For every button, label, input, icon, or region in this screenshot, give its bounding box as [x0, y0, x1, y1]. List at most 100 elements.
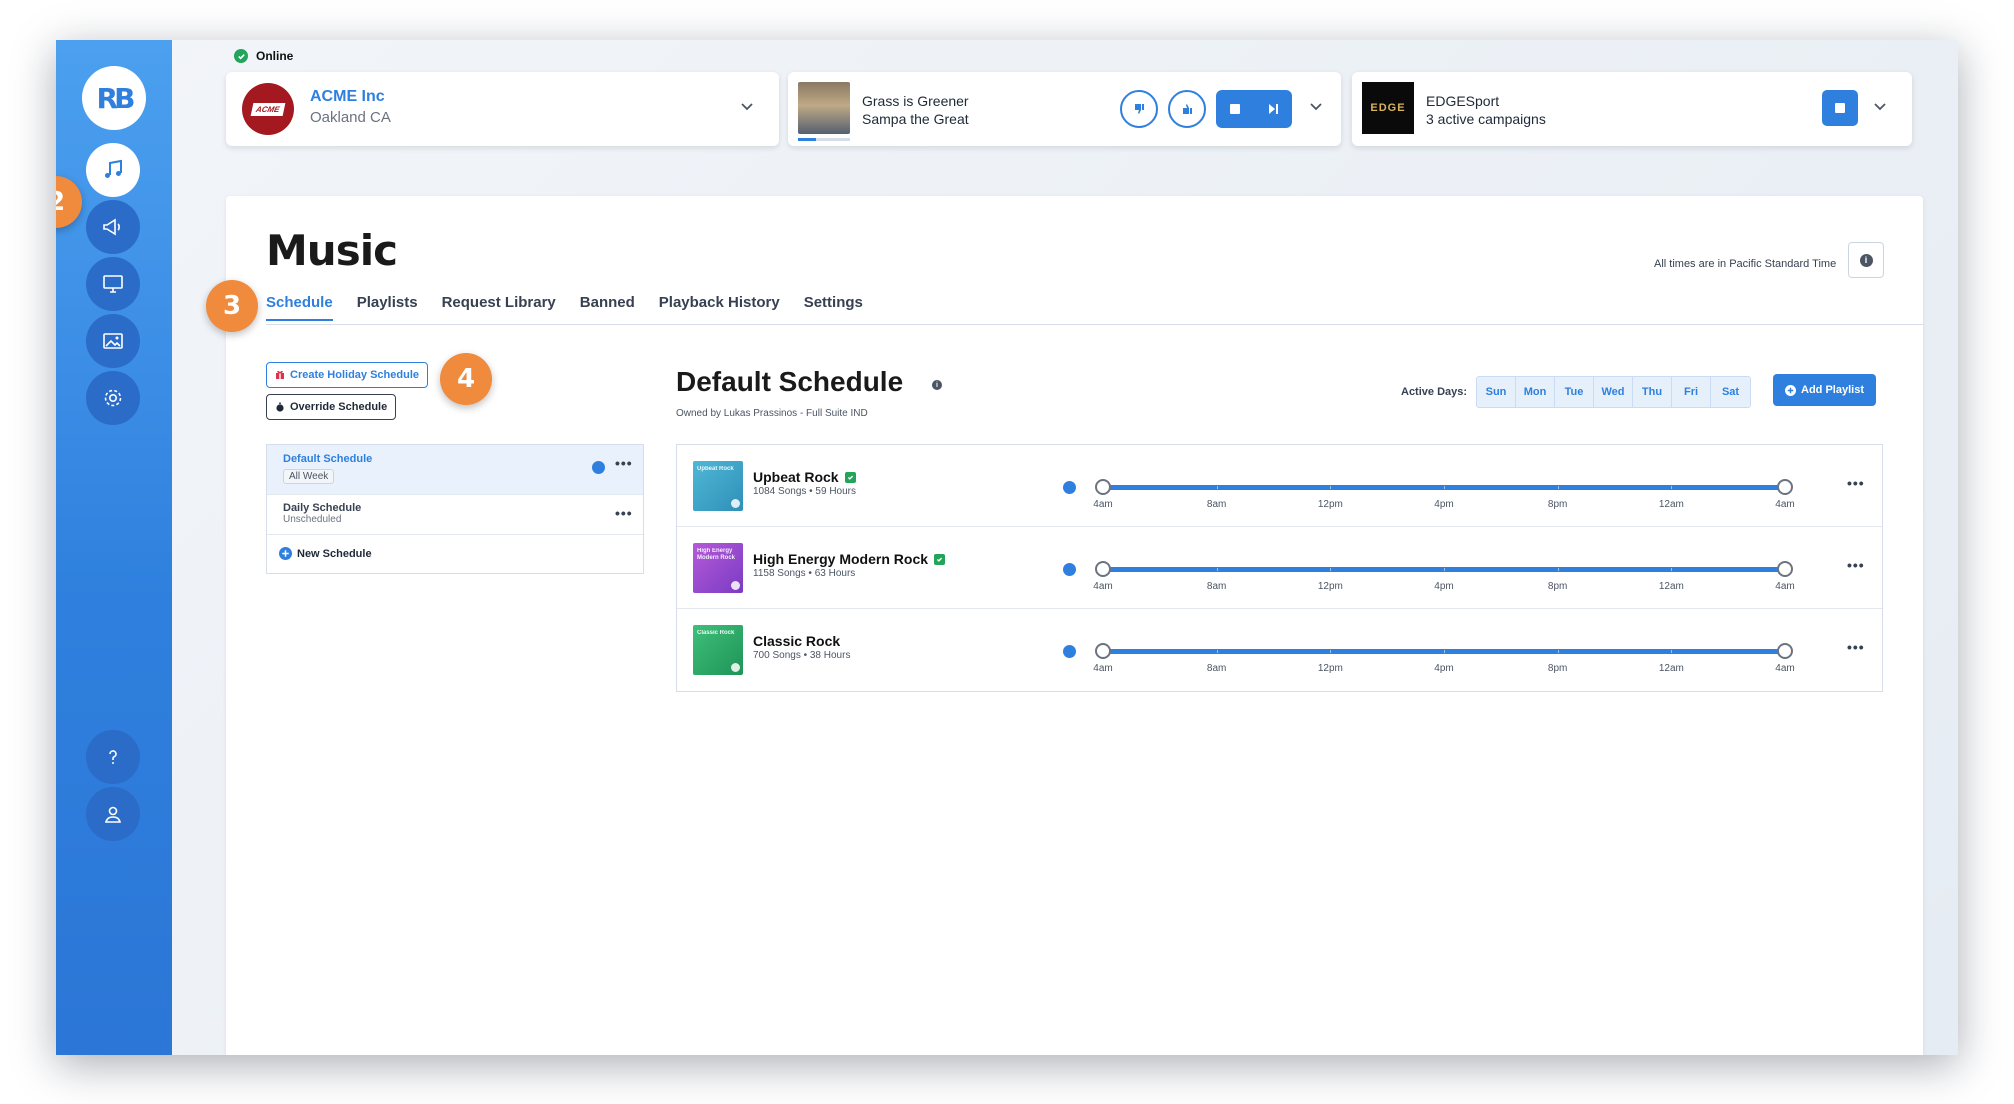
more-icon[interactable]: ••• — [615, 455, 633, 471]
timeline-label: 8pm — [1547, 581, 1568, 592]
more-icon[interactable]: ••• — [1847, 557, 1865, 573]
timeline-label: 8pm — [1547, 663, 1568, 674]
active-days: Sun Mon Tue Wed Thu Fri Sat — [1476, 376, 1751, 408]
tab-banned[interactable]: Banned — [580, 294, 635, 321]
now-playing-card: Grass is Greener Sampa the Great — [788, 72, 1341, 146]
tab-settings[interactable]: Settings — [804, 294, 863, 321]
timeline-handle[interactable] — [1777, 561, 1793, 577]
playlist-timeline[interactable]: 4am 8am 12pm 4pm 8pm 12am 4am — [1093, 479, 1795, 519]
app-window: RB Online ACME ACME Inc Oakland CA Grass… — [56, 40, 1958, 1055]
nav-account[interactable] — [86, 787, 140, 841]
active-days-label: Active Days: — [1401, 386, 1468, 398]
playlist-meta: 1158 Songs • 63 Hours — [753, 568, 856, 579]
location-name: ACME Inc — [310, 88, 385, 105]
verified-icon — [934, 553, 946, 565]
stop-icon[interactable] — [1229, 104, 1240, 114]
playlist-name: Upbeat Rock — [753, 469, 856, 485]
tab-schedule[interactable]: Schedule — [266, 294, 333, 321]
playlist-status-dot — [1063, 563, 1076, 576]
playlist-title: Upbeat Rock — [753, 469, 839, 485]
timeline-tick — [1557, 486, 1559, 489]
add-playlist-button[interactable]: Add Playlist — [1773, 374, 1876, 406]
cover-logo-icon — [731, 499, 740, 508]
override-schedule-button[interactable]: Override Schedule — [266, 394, 397, 420]
day-mon[interactable]: Mon — [1516, 377, 1555, 407]
nav-displays[interactable] — [86, 257, 140, 311]
timeline-handle[interactable] — [1095, 479, 1111, 495]
status-label: Online — [256, 49, 294, 63]
timeline-label: 4pm — [1434, 663, 1454, 674]
timeline-handle[interactable] — [1777, 643, 1793, 659]
day-tue[interactable]: Tue — [1555, 377, 1594, 407]
timeline-handle[interactable] — [1095, 643, 1111, 659]
nav-settings[interactable] — [86, 371, 140, 425]
online-check-icon — [234, 49, 248, 63]
playlist-row[interactable]: Classic Rock Classic Rock 700 Songs • 38… — [677, 609, 1882, 691]
tab-playlists[interactable]: Playlists — [357, 294, 418, 321]
page-title: Music — [266, 226, 398, 275]
timeline-label: 12pm — [1317, 581, 1343, 592]
info-icon: i — [1859, 253, 1873, 267]
album-art — [798, 82, 850, 134]
timeline-label: 4pm — [1434, 581, 1454, 592]
more-icon[interactable]: ••• — [1847, 475, 1865, 491]
skip-icon[interactable] — [1267, 103, 1279, 115]
playlist-timeline[interactable]: 4am 8am 12pm 4pm 8pm 12am 4am — [1093, 561, 1795, 601]
tab-playback-history[interactable]: Playback History — [659, 294, 780, 321]
timeline-label: 8pm — [1547, 499, 1568, 510]
playlist-row[interactable]: High Energy Modern Rock High Energy Mode… — [677, 527, 1882, 609]
thumbs-up-icon — [1183, 104, 1192, 114]
timeline-label: 4am — [1775, 499, 1795, 510]
nav-media[interactable] — [86, 314, 140, 368]
playlist-row[interactable]: Upbeat Rock Upbeat Rock 1084 Songs • 59 … — [677, 445, 1882, 527]
gift-icon — [276, 370, 284, 379]
timeline-tick — [1444, 650, 1445, 653]
schedule-item-default[interactable]: Default Schedule All Week ••• — [267, 445, 643, 495]
info-icon[interactable]: i — [932, 380, 942, 390]
chevron-down-icon[interactable] — [741, 98, 753, 114]
playback-controls — [1216, 90, 1292, 128]
nav-help[interactable] — [86, 730, 140, 784]
day-thu[interactable]: Thu — [1633, 377, 1672, 407]
tab-request-library[interactable]: Request Library — [442, 294, 556, 321]
timeline-tick — [1330, 650, 1332, 653]
thumbs-up-button[interactable] — [1168, 90, 1206, 128]
new-schedule-button[interactable]: New Schedule — [279, 547, 372, 560]
playlist-status-dot — [1063, 645, 1076, 658]
chevron-down-icon[interactable] — [1310, 98, 1322, 114]
thumbs-down-button[interactable] — [1120, 90, 1158, 128]
stop-icon — [1835, 103, 1845, 113]
step-badge-3: 3 — [206, 280, 258, 332]
playlist-cover: High Energy Modern Rock — [693, 543, 743, 593]
campaign-stop-button[interactable] — [1822, 90, 1858, 126]
track-info: Grass is Greener Sampa the Great — [862, 92, 969, 128]
playlist-title: High Energy Modern Rock — [753, 551, 929, 567]
day-fri[interactable]: Fri — [1672, 377, 1711, 407]
create-holiday-schedule-button[interactable]: Create Holiday Schedule — [266, 362, 428, 388]
playback-progress[interactable] — [798, 138, 850, 141]
gear-icon — [104, 389, 122, 407]
main-panel: Music All times are in Pacific Standard … — [226, 196, 1923, 1055]
day-wed[interactable]: Wed — [1594, 377, 1633, 407]
timeline-tick — [1557, 650, 1559, 653]
plus-circle-icon — [279, 547, 292, 560]
timeline-handle[interactable] — [1095, 561, 1111, 577]
schedule-item-daily[interactable]: Daily Schedule Unscheduled ••• — [267, 495, 643, 535]
chevron-down-icon[interactable] — [1874, 98, 1886, 114]
day-sun[interactable]: Sun — [1477, 377, 1516, 407]
cover-text: Classic Rock — [697, 630, 735, 636]
more-icon[interactable]: ••• — [615, 505, 633, 521]
timeline-label: 4am — [1093, 581, 1113, 592]
campaign-logo-text: EDGE — [1370, 102, 1406, 114]
location-selector[interactable]: ACME ACME Inc Oakland CA — [226, 72, 779, 146]
timeline-handle[interactable] — [1777, 479, 1793, 495]
nav-music[interactable] — [86, 143, 140, 197]
day-sat[interactable]: Sat — [1711, 377, 1750, 407]
info-button[interactable]: i — [1848, 242, 1884, 278]
nav-campaigns[interactable] — [86, 200, 140, 254]
app-logo[interactable]: RB — [82, 66, 146, 130]
override-label: Override Schedule — [290, 401, 388, 413]
more-icon[interactable]: ••• — [1847, 639, 1865, 655]
playlist-timeline[interactable]: 4am 8am 12pm 4pm 8pm 12am 4am — [1093, 643, 1795, 683]
timeline-label: 4am — [1775, 663, 1795, 674]
